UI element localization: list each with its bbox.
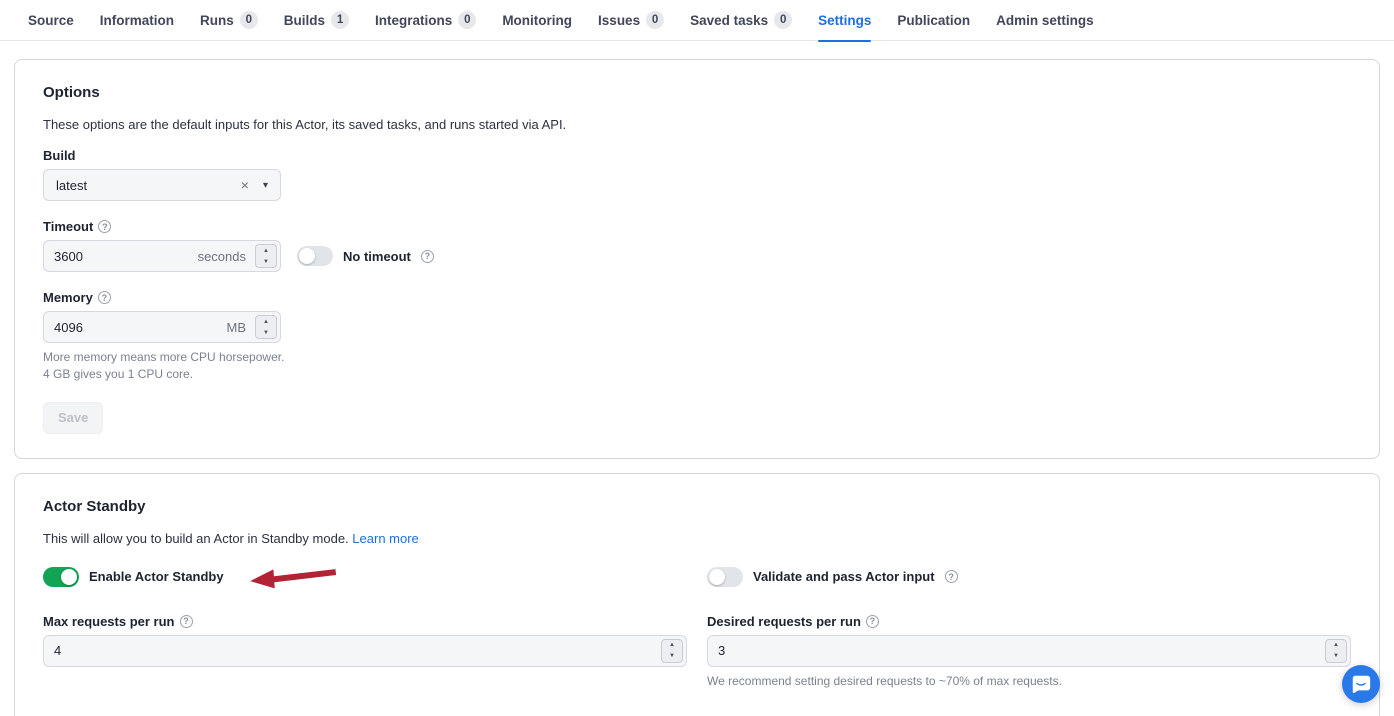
info-icon[interactable]: ?: [945, 570, 958, 583]
build-select[interactable]: latest × ▾: [43, 169, 281, 201]
memory-input[interactable]: [44, 320, 227, 335]
timeout-field: Timeout ? seconds ▲ ▼ No timeout ?: [43, 219, 1351, 272]
tab-label: Builds: [284, 13, 325, 28]
info-icon[interactable]: ?: [421, 250, 434, 263]
tab-settings[interactable]: Settings: [818, 0, 871, 41]
desired-requests-input[interactable]: [708, 643, 1350, 658]
timeout-label: Timeout ?: [43, 219, 1351, 234]
requests-row: Max requests per run ? ▲ ▼ Desired reque…: [43, 614, 1351, 690]
options-card: Options These options are the default in…: [14, 59, 1380, 459]
learn-more-link[interactable]: Learn more: [352, 531, 418, 546]
memory-field: Memory ? MB ▲ ▼ More memory means more C…: [43, 290, 1351, 384]
max-requests-inputbox: ▲ ▼: [43, 635, 687, 667]
tab-label: Runs: [200, 13, 234, 28]
stepper-up-icon[interactable]: ▲: [662, 640, 682, 651]
issues-count-badge: 0: [646, 11, 664, 29]
info-icon[interactable]: ?: [98, 291, 111, 304]
enable-standby-row: Enable Actor Standby: [43, 566, 687, 588]
desired-requests-field: Desired requests per run ? ▲ ▼ We recomm…: [707, 614, 1351, 690]
info-icon[interactable]: ?: [98, 220, 111, 233]
toggle-knob: [709, 569, 725, 585]
desired-requests-stepper[interactable]: ▲ ▼: [1325, 639, 1347, 663]
tab-label: Settings: [818, 13, 871, 28]
tab-issues[interactable]: Issues 0: [598, 0, 664, 41]
validate-input-label: Validate and pass Actor input: [753, 569, 935, 584]
clear-icon[interactable]: ×: [241, 177, 249, 193]
tab-label: Publication: [897, 13, 970, 28]
build-field: Build latest × ▾: [43, 148, 1351, 201]
stepper-down-icon[interactable]: ▼: [662, 651, 682, 662]
toggle-knob: [61, 569, 77, 585]
tab-integrations[interactable]: Integrations 0: [375, 0, 476, 41]
toggle-knob: [299, 248, 315, 264]
options-card-title: Options: [43, 84, 1351, 101]
integrations-count-badge: 0: [458, 11, 476, 29]
build-label: Build: [43, 148, 1351, 163]
stepper-up-icon[interactable]: ▲: [1326, 640, 1346, 651]
tab-label: Issues: [598, 13, 640, 28]
max-requests-field: Max requests per run ? ▲ ▼: [43, 614, 687, 690]
max-requests-stepper[interactable]: ▲ ▼: [661, 639, 683, 663]
stepper-down-icon[interactable]: ▼: [256, 327, 276, 338]
standby-card-description: This will allow you to build an Actor in…: [43, 531, 1351, 546]
timeout-stepper[interactable]: ▲ ▼: [255, 244, 277, 268]
saved-tasks-count-badge: 0: [774, 11, 792, 29]
tab-label: Admin settings: [996, 13, 1094, 28]
timeout-inputbox: seconds ▲ ▼: [43, 240, 281, 272]
chevron-down-icon[interactable]: ▾: [263, 180, 268, 191]
save-button[interactable]: Save: [43, 402, 103, 434]
tab-admin-settings[interactable]: Admin settings: [996, 0, 1094, 41]
memory-stepper[interactable]: ▲ ▼: [255, 315, 277, 339]
stepper-up-icon[interactable]: ▲: [256, 245, 276, 256]
no-timeout-label: No timeout: [343, 249, 411, 264]
desired-requests-inputbox: ▲ ▼: [707, 635, 1351, 667]
chat-bubble-icon: [1350, 673, 1372, 695]
max-requests-input[interactable]: [44, 643, 686, 658]
desired-requests-helper: We recommend setting desired requests to…: [707, 673, 1351, 690]
no-timeout-toggle[interactable]: [297, 246, 333, 266]
actor-standby-card: Actor Standby This will allow you to bui…: [14, 473, 1380, 716]
memory-helper: More memory means more CPU horsepower. 4…: [43, 349, 1351, 384]
desired-requests-label: Desired requests per run ?: [707, 614, 1351, 629]
info-icon[interactable]: ?: [866, 615, 879, 628]
standby-card-title: Actor Standby: [43, 498, 1351, 515]
tab-monitoring[interactable]: Monitoring: [502, 0, 572, 41]
validate-input-row: Validate and pass Actor input ?: [707, 566, 1351, 588]
enable-actor-standby-toggle[interactable]: [43, 567, 79, 587]
timeout-unit: seconds: [198, 249, 246, 264]
tab-builds[interactable]: Builds 1: [284, 0, 349, 41]
red-annotation-arrow-icon: [247, 563, 340, 591]
runs-count-badge: 0: [240, 11, 258, 29]
enable-standby-label: Enable Actor Standby: [89, 569, 224, 584]
validate-actor-input-toggle[interactable]: [707, 567, 743, 587]
memory-unit: MB: [227, 320, 247, 335]
max-requests-label: Max requests per run ?: [43, 614, 687, 629]
tab-saved-tasks[interactable]: Saved tasks 0: [690, 0, 792, 41]
tab-runs[interactable]: Runs 0: [200, 0, 258, 41]
tab-source[interactable]: Source: [28, 0, 74, 41]
stepper-up-icon[interactable]: ▲: [256, 316, 276, 327]
tab-label: Information: [100, 13, 174, 28]
build-select-value: latest: [56, 178, 241, 193]
info-icon[interactable]: ?: [180, 615, 193, 628]
tab-information[interactable]: Information: [100, 0, 174, 41]
tab-label: Source: [28, 13, 74, 28]
memory-label: Memory ?: [43, 290, 1351, 305]
stepper-down-icon[interactable]: ▼: [1326, 651, 1346, 662]
chat-widget-button[interactable]: [1342, 665, 1380, 703]
tab-label: Integrations: [375, 13, 452, 28]
tab-label: Saved tasks: [690, 13, 768, 28]
standby-toggle-row: Enable Actor Standby Validate and pass A…: [43, 566, 1351, 588]
timeout-input[interactable]: [44, 249, 198, 264]
tab-publication[interactable]: Publication: [897, 0, 970, 41]
memory-inputbox: MB ▲ ▼: [43, 311, 281, 343]
stepper-down-icon[interactable]: ▼: [256, 256, 276, 267]
no-timeout-toggle-row: No timeout ?: [297, 246, 434, 266]
builds-count-badge: 1: [331, 11, 349, 29]
tab-label: Monitoring: [502, 13, 572, 28]
actor-tabs-nav: Source Information Runs 0 Builds 1 Integra…: [0, 0, 1394, 41]
options-card-description: These options are the default inputs for…: [43, 117, 1351, 132]
